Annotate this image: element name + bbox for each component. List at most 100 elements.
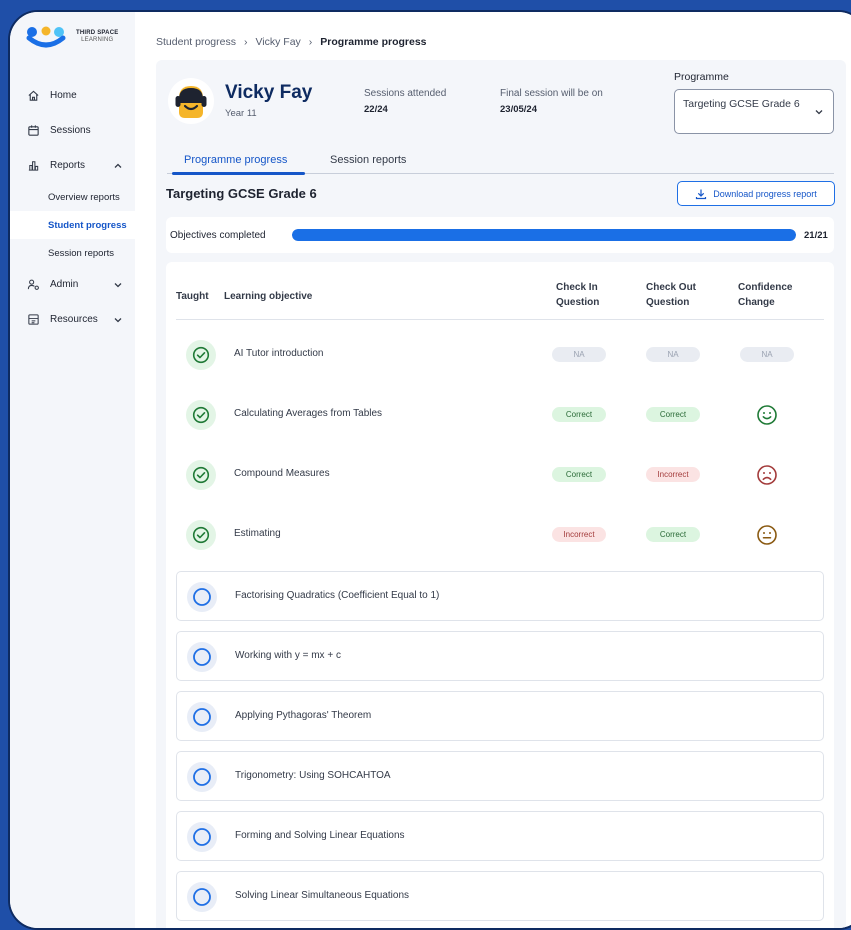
check-circle-icon: [186, 400, 216, 430]
header-confidence-line-2: Change: [738, 297, 775, 308]
progress-panel: Vicky Fay Year 11 Sessions attended 22/2…: [156, 60, 846, 928]
table-row[interactable]: Solving Linear Simultaneous Equations: [176, 871, 824, 921]
sidebar-item-reports[interactable]: Reports: [10, 148, 135, 183]
header-check-in-line-1: Check In: [556, 282, 598, 293]
header-check-out: Check Out Question: [646, 280, 696, 310]
table-row[interactable]: Working with y = mx + c: [176, 631, 824, 681]
check-out-result: NA: [646, 347, 700, 362]
learning-objective-label: Forming and Solving Linear Equations: [235, 830, 405, 841]
robot-avatar-icon: [175, 86, 207, 118]
check-out-result: Correct: [646, 407, 700, 422]
final-session-label: Final session will be on: [500, 88, 603, 99]
calendar-icon: [26, 124, 40, 138]
programme-selected-value: Targeting GCSE Grade 6: [683, 98, 800, 110]
final-session-value: 23/05/24: [500, 104, 537, 115]
home-icon: [26, 89, 40, 103]
check-out-result: Correct: [646, 527, 700, 542]
admin-icon: [26, 278, 40, 292]
learning-objective-label: Calculating Averages from Tables: [234, 408, 383, 419]
objectives-completed-label: Objectives completed: [170, 229, 266, 241]
learning-objective-label: Estimating: [234, 528, 281, 539]
breadcrumb: Student progress › Vicky Fay › Programme…: [156, 36, 427, 48]
learning-objective-label: Solving Linear Simultaneous Equations: [235, 890, 409, 901]
sidebar-item-resources[interactable]: Resources: [10, 302, 135, 337]
objectives-progress-fill: [292, 229, 796, 241]
resources-icon: [26, 313, 40, 327]
empty-circle-icon: [187, 582, 217, 612]
objectives-completed-count: 21/21: [804, 229, 828, 241]
chevron-down-icon: [814, 107, 824, 117]
objectives-progress-track: [292, 229, 796, 241]
empty-circle-icon: [187, 702, 217, 732]
tab-bar: Programme progress Session reports: [167, 150, 834, 175]
check-circle-icon: [186, 520, 216, 550]
table-row: Estimating Incorrect Correct: [176, 510, 824, 560]
header-taught: Taught: [176, 291, 209, 302]
check-in-result: Incorrect: [552, 527, 606, 542]
sidebar-item-label: Sessions: [50, 125, 91, 136]
learning-objective-label: Working with y = mx + c: [235, 650, 341, 661]
header-check-out-line-2: Question: [646, 297, 690, 308]
sidebar-subitem-student-progress[interactable]: Student progress: [10, 211, 135, 239]
learning-objective-label: Compound Measures: [234, 468, 330, 479]
table-row[interactable]: Trigonometry: Using SOHCAHTOA: [176, 751, 824, 801]
programme-label: Programme: [674, 71, 729, 83]
learning-objective-label: AI Tutor introduction: [234, 348, 324, 359]
tab-programme-progress[interactable]: Programme progress: [171, 154, 306, 175]
sidebar-item-label: Admin: [50, 279, 79, 290]
empty-circle-icon: [187, 642, 217, 672]
empty-circle-icon: [187, 822, 217, 852]
breadcrumb-student-progress[interactable]: Student progress: [156, 36, 236, 48]
learning-objective-label: Trigonometry: Using SOHCAHTOA: [235, 770, 391, 781]
breadcrumb-current: Programme progress: [320, 36, 427, 48]
check-circle-icon: [186, 340, 216, 370]
sessions-attended-value: 22/24: [364, 104, 388, 115]
download-button-label: Download progress report: [713, 188, 817, 199]
programme-select[interactable]: Targeting GCSE Grade 6: [674, 89, 834, 134]
header-learning-objective: Learning objective: [224, 291, 313, 302]
header-check-in: Check In Question: [556, 280, 599, 310]
table-row[interactable]: Forming and Solving Linear Equations: [176, 811, 824, 861]
table-row[interactable]: Applying Pythagoras' Theorem: [176, 691, 824, 741]
sessions-attended-label: Sessions attended: [364, 88, 447, 99]
sidebar-item-label: Home: [50, 90, 77, 101]
objectives-table: Taught Learning objective Check In Quest…: [166, 262, 834, 928]
check-in-result: NA: [552, 347, 606, 362]
logo-icon: [26, 26, 66, 48]
breadcrumb-student-name[interactable]: Vicky Fay: [255, 36, 300, 48]
learning-objective-label: Applying Pythagoras' Theorem: [235, 710, 372, 721]
learning-objective-label: Factorising Quadratics (Coefficient Equa…: [235, 590, 440, 601]
sidebar-item-home[interactable]: Home: [10, 78, 135, 113]
check-in-result: Correct: [552, 467, 606, 482]
student-year: Year 11: [225, 108, 257, 119]
header-check-in-line-2: Question: [556, 297, 600, 308]
header-confidence-line-1: Confidence: [738, 282, 793, 293]
logo[interactable]: THIRD SPACE LEARNING: [26, 26, 118, 48]
check-circle-icon: [186, 460, 216, 490]
happy-face-icon: [756, 404, 778, 426]
chart-icon: [26, 159, 40, 173]
main-content: Student progress › Vicky Fay › Programme…: [135, 12, 851, 928]
tab-session-reports[interactable]: Session reports: [330, 154, 406, 174]
avatar: [168, 78, 214, 124]
download-progress-report-button[interactable]: Download progress report: [677, 181, 835, 206]
sidebar-subitem-overview-reports[interactable]: Overview reports: [10, 183, 135, 211]
check-in-result: Correct: [552, 407, 606, 422]
header-confidence: Confidence Change: [738, 280, 792, 310]
sidebar-item-label: Reports: [50, 160, 86, 171]
confidence-change-result: NA: [740, 347, 794, 362]
breadcrumb-chevron-icon: ›: [243, 36, 248, 48]
sidebar-item-admin[interactable]: Admin: [10, 267, 135, 302]
sidebar: THIRD SPACE LEARNING Home Sessions Repor…: [10, 12, 135, 928]
objectives-completed-bar: Objectives completed 21/21: [166, 217, 834, 253]
table-row: AI Tutor introduction NA NA NA: [176, 330, 824, 380]
programme-title: Targeting GCSE Grade 6: [166, 186, 317, 201]
logo-text: THIRD SPACE LEARNING: [76, 30, 118, 44]
sidebar-subitem-session-reports[interactable]: Session reports: [10, 239, 135, 267]
sidebar-item-sessions[interactable]: Sessions: [10, 113, 135, 148]
neutral-face-icon: [756, 524, 778, 546]
empty-circle-icon: [187, 762, 217, 792]
table-row[interactable]: Factorising Quadratics (Coefficient Equa…: [176, 571, 824, 621]
logo-line-1: THIRD SPACE: [76, 30, 119, 36]
logo-line-2: LEARNING: [81, 37, 114, 43]
